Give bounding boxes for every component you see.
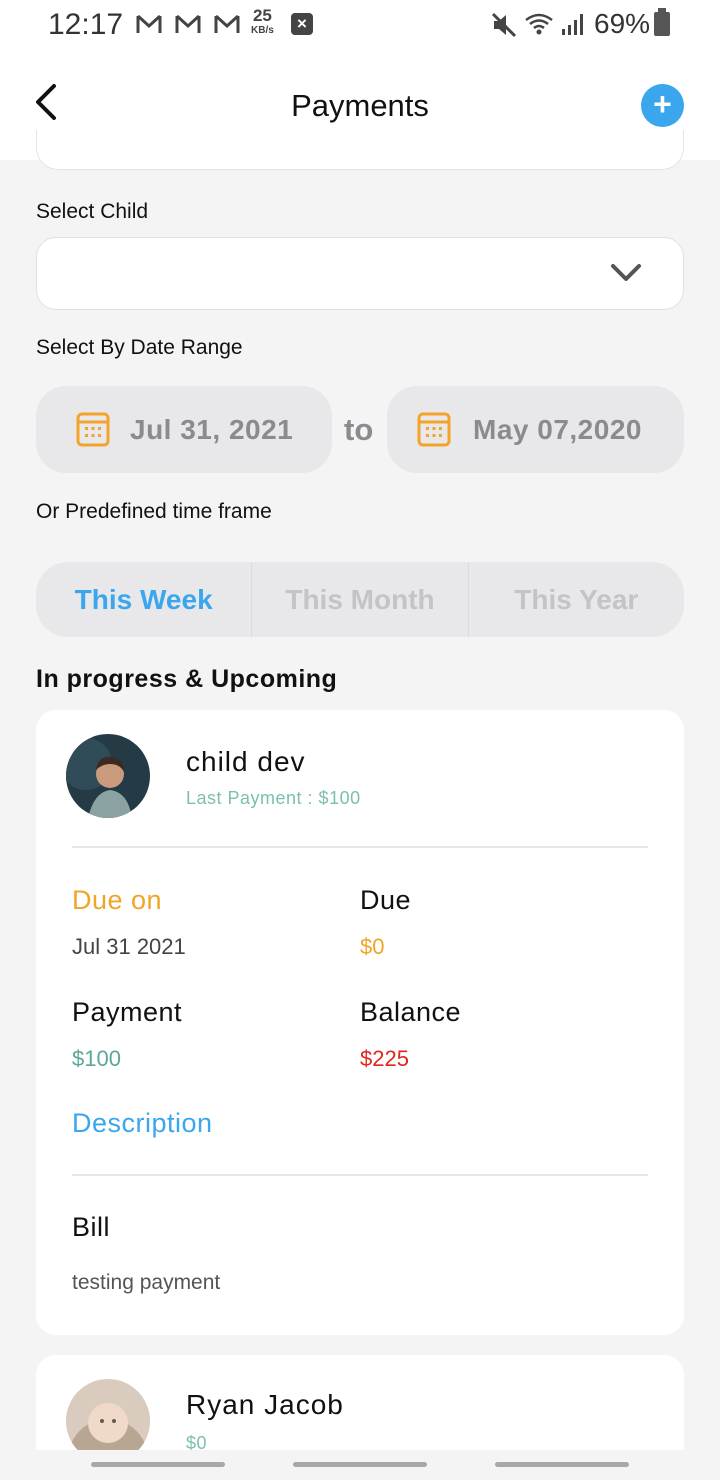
divider [72, 1174, 648, 1176]
bill-text: testing payment [72, 1271, 221, 1294]
battery-percent: 69% [594, 8, 651, 39]
section-title: In progress & Upcoming [36, 665, 338, 693]
nav-back-handle[interactable] [495, 1462, 629, 1467]
gmail-icon [214, 14, 240, 33]
status-bar: 12:17 25 KB/s × 69% [0, 0, 720, 50]
status-time: 12:17 [48, 8, 124, 41]
mute-icon [491, 12, 517, 38]
scrolled-field[interactable] [36, 130, 684, 170]
last-payment: Last Payment : $100 [186, 788, 361, 808]
bill-label: Bill [72, 1212, 111, 1242]
nav-home-handle[interactable] [293, 1462, 427, 1467]
date-from-value: Jul 31, 2021 [130, 414, 294, 445]
payment-card[interactable]: Ryan Jacob $0 [36, 1355, 684, 1465]
tab-this-week[interactable]: This Week [36, 562, 253, 637]
date-from-picker[interactable]: Jul 31, 2021 [36, 386, 332, 473]
due-value: $0 [360, 934, 385, 959]
network-speed: 25 KB/s [251, 7, 274, 38]
date-to-value: May 07,2020 [473, 414, 642, 445]
add-payment-button[interactable]: + [641, 84, 684, 127]
balance-label: Balance [360, 997, 462, 1027]
child-name: Ryan Jacob [186, 1389, 344, 1420]
wifi-icon [525, 13, 553, 35]
gmail-icon [136, 14, 162, 33]
to-label: to [344, 412, 374, 447]
tab-this-year[interactable]: This Year [469, 562, 684, 637]
payment-card[interactable]: child dev Last Payment : $100 Due on Jul… [36, 710, 684, 1335]
signal-icon [562, 14, 583, 35]
divider [72, 846, 648, 848]
nav-recents-handle[interactable] [91, 1462, 225, 1467]
due-label: Due [360, 885, 412, 915]
date-range-label: Select By Date Range [36, 336, 243, 359]
payment-value: $100 [72, 1046, 121, 1071]
gmail-icon [175, 14, 201, 33]
tab-this-month[interactable]: This Month [252, 562, 469, 637]
timeframe-segmented-control: This Week This Month This Year [36, 562, 684, 637]
chevron-down-icon [611, 264, 641, 281]
calendar-icon [76, 412, 110, 447]
balance-value: $225 [360, 1046, 409, 1071]
predefined-label: Or Predefined time frame [36, 500, 272, 523]
network-speed-unit: KB/s [251, 25, 274, 36]
battery-icon [654, 8, 670, 36]
child-name: child dev [186, 746, 306, 777]
select-child-dropdown[interactable] [36, 237, 684, 310]
date-to-picker[interactable]: May 07,2020 [387, 386, 684, 473]
avatar [66, 734, 150, 818]
plus-icon: + [653, 86, 672, 122]
description-label: Description [72, 1108, 213, 1138]
system-nav-bar [0, 1450, 720, 1480]
notification-x-icon: × [291, 13, 313, 35]
payment-label: Payment [72, 997, 183, 1027]
select-child-label: Select Child [36, 200, 149, 223]
due-on-label: Due on [72, 885, 163, 915]
page-title: Payments [291, 88, 429, 123]
calendar-icon [417, 412, 451, 447]
due-on-value: Jul 31 2021 [72, 934, 186, 959]
